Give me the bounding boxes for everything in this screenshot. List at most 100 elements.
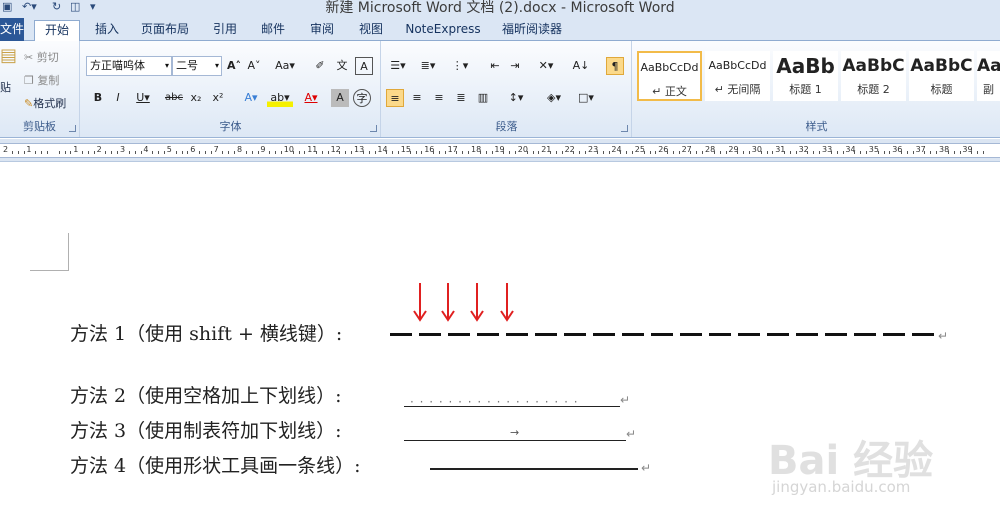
- ruler-tick: [468, 151, 470, 154]
- tab-page-layout[interactable]: 页面布局: [140, 20, 190, 41]
- align-left-icon[interactable]: ≡: [386, 89, 404, 107]
- ruler-tick: [596, 151, 598, 154]
- paste-icon[interactable]: ▤: [0, 47, 17, 65]
- tab-noteexpress[interactable]: NoteExpress: [404, 20, 482, 41]
- ruler-tick: [58, 151, 60, 154]
- ruler-tick: [35, 151, 37, 154]
- font-size-select[interactable]: 二号 ▾: [172, 56, 222, 76]
- clipboard-dialog-launcher[interactable]: [69, 125, 76, 132]
- paragraph-dialog-launcher[interactable]: [621, 125, 628, 132]
- tab-view[interactable]: 视图: [356, 20, 386, 41]
- ruler-tick: [936, 151, 938, 154]
- ruler-number: 1: [26, 145, 32, 154]
- strikethrough-icon[interactable]: abc: [163, 89, 185, 107]
- method-1-text: 方法 1（使用 shift + 横线键）:: [70, 323, 343, 345]
- ruler-tick: [46, 151, 48, 154]
- style-heading-2[interactable]: AaBbC 标题 2: [841, 51, 906, 101]
- grow-font-icon[interactable]: A˄: [225, 57, 243, 75]
- font-group: 方正喵呜体 ▾ 二号 ▾ A˄ A˅ Aa▾ ✐ 文 A B I U▾ abc x₂…: [81, 41, 381, 137]
- ruler-tick: [889, 151, 891, 154]
- ruler-tick: [64, 151, 66, 154]
- highlight-icon[interactable]: ab▾: [267, 89, 293, 107]
- underline-2: [404, 406, 620, 407]
- ruler-tick: [228, 151, 230, 154]
- ruler-number: 9: [260, 145, 266, 154]
- drawn-line-shape[interactable]: [430, 468, 638, 470]
- ruler-tick: [748, 151, 750, 154]
- line-spacing-icon[interactable]: ↕▾: [504, 89, 528, 107]
- change-case-icon[interactable]: Aa▾: [273, 57, 297, 75]
- tab-home[interactable]: 开始: [34, 20, 80, 42]
- bold-icon[interactable]: B: [89, 89, 107, 107]
- asian-layout-icon[interactable]: ✕▾: [534, 57, 558, 75]
- ruler-tick: [345, 151, 347, 154]
- justify-icon[interactable]: ≣: [452, 89, 470, 107]
- italic-icon[interactable]: I: [109, 89, 127, 107]
- distributed-icon[interactable]: ▥: [474, 89, 492, 107]
- ruler-tick: [23, 151, 25, 154]
- clear-formatting-icon[interactable]: ✐: [311, 57, 329, 75]
- borders-icon[interactable]: □▾: [574, 89, 598, 107]
- font-name-value: 方正喵呜体: [90, 59, 145, 72]
- shrink-font-icon[interactable]: A˅: [245, 57, 263, 75]
- ruler-tick: [561, 151, 563, 154]
- down-arrow-icon: [500, 283, 514, 322]
- copy-button[interactable]: ❐ 复制: [24, 72, 59, 90]
- ruler-tick: [585, 151, 587, 154]
- tab-foxit-reader[interactable]: 福昕阅读器: [498, 20, 566, 41]
- tab-insert[interactable]: 插入: [92, 20, 122, 41]
- character-border-icon[interactable]: A: [355, 57, 373, 75]
- numbering-icon[interactable]: ≣▾: [416, 57, 440, 75]
- document-page[interactable]: 方法 1（使用 shift + 横线键）: ↵ 方法 2（使用空格加上下划线）:…: [0, 163, 1000, 517]
- ruler-tick: [959, 151, 961, 154]
- font-dialog-launcher[interactable]: [370, 125, 377, 132]
- ruler-tick: [865, 151, 867, 154]
- ruler-tick: [690, 151, 692, 154]
- method-3-text: 方法 3（使用制表符加下划线）:: [70, 420, 342, 442]
- format-painter-button[interactable]: ✎格式刷: [24, 95, 66, 113]
- style-no-spacing[interactable]: AaBbCcDd ↵ 无间隔: [705, 51, 770, 101]
- ruler-tick: [456, 151, 458, 154]
- sort-icon[interactable]: A↓: [572, 57, 590, 75]
- underline-icon[interactable]: U▾: [131, 89, 155, 107]
- increase-indent-icon[interactable]: ⇥: [506, 57, 524, 75]
- ruler-tick: [386, 151, 388, 154]
- style-title[interactable]: AaBbC 标题: [909, 51, 974, 101]
- ruler-tick: [743, 151, 745, 154]
- ruler-number: 5: [166, 145, 172, 154]
- style-normal[interactable]: AaBbCcDd ↵ 正文: [637, 51, 702, 101]
- align-right-icon[interactable]: ≡: [430, 89, 448, 107]
- shading-icon[interactable]: ◈▾: [542, 89, 566, 107]
- ruler-tick: [175, 151, 177, 154]
- superscript-icon[interactable]: x²: [209, 89, 227, 107]
- style-heading-1[interactable]: AaBb 标题 1: [773, 51, 838, 101]
- multilevel-list-icon[interactable]: ⋮▾: [448, 57, 472, 75]
- style-name: 标题 1: [789, 83, 822, 96]
- decrease-indent-icon[interactable]: ⇤: [486, 57, 504, 75]
- font-color-icon[interactable]: A▾: [299, 89, 323, 107]
- style-subtitle[interactable]: Aa 副: [977, 51, 1000, 101]
- align-center-icon[interactable]: ≡: [408, 89, 426, 107]
- horizontal-ruler[interactable]: 2 1 1 2 3 4 5 6 7 8 9 10 11 12 13 14 15 16 17 18 19 20 21 22 23 2…: [0, 139, 1000, 162]
- show-paragraph-marks-icon[interactable]: ¶: [606, 57, 624, 75]
- ruler-tick: [181, 151, 183, 154]
- character-shading-icon[interactable]: A: [331, 89, 349, 107]
- text-effects-icon[interactable]: A▾: [239, 89, 263, 107]
- enclose-characters-icon[interactable]: 字: [353, 89, 371, 107]
- underline-3: [404, 440, 626, 441]
- tab-file[interactable]: 文件: [0, 18, 24, 41]
- ruler-tick: [830, 151, 832, 154]
- paste-button[interactable]: 贴: [0, 79, 11, 97]
- ruler-tick: [626, 151, 628, 154]
- ruler-tick: [526, 151, 528, 154]
- tab-mailings[interactable]: 邮件: [258, 20, 288, 41]
- ruler-tick: [82, 151, 84, 154]
- tab-references[interactable]: 引用: [210, 20, 240, 41]
- tab-review[interactable]: 审阅: [307, 20, 337, 41]
- ruler-tick: [813, 151, 815, 154]
- bullets-icon[interactable]: ☰▾: [386, 57, 410, 75]
- cut-button[interactable]: ✂ 剪切: [24, 49, 59, 67]
- font-name-select[interactable]: 方正喵呜体 ▾: [86, 56, 172, 76]
- phonetic-guide-icon[interactable]: 文: [333, 57, 351, 75]
- subscript-icon[interactable]: x₂: [187, 89, 205, 107]
